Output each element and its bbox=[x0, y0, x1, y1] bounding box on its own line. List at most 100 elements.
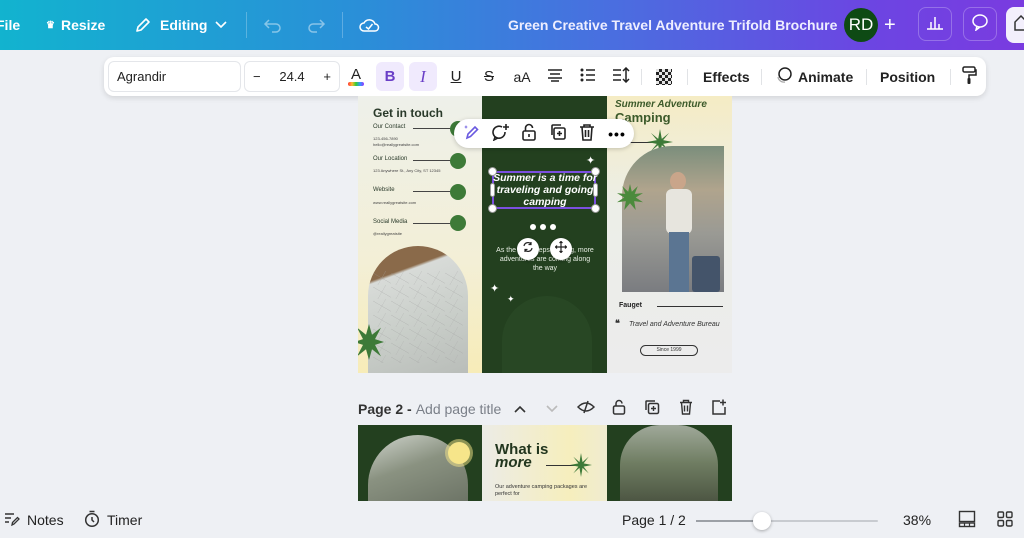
resize-handle[interactable] bbox=[488, 167, 497, 176]
line-spacing-icon bbox=[612, 66, 630, 87]
strikethrough-button[interactable]: S bbox=[475, 62, 503, 91]
text-color-button[interactable]: A bbox=[342, 62, 370, 91]
person-figure bbox=[662, 164, 696, 292]
rotate-button[interactable] bbox=[517, 238, 539, 260]
delete-button[interactable] bbox=[576, 123, 598, 145]
editing-mode-button[interactable]: Editing bbox=[134, 0, 228, 50]
lock-button[interactable] bbox=[518, 123, 540, 145]
add-page-button[interactable] bbox=[709, 399, 729, 419]
zoom-slider[interactable] bbox=[696, 512, 878, 530]
resize-handle[interactable] bbox=[593, 183, 598, 197]
panel-subtitle: Summer Adventure bbox=[615, 99, 707, 110]
decrease-font-size-button[interactable]: − bbox=[253, 69, 261, 84]
underline-button[interactable]: U bbox=[442, 62, 470, 91]
duplicate-icon bbox=[644, 399, 660, 420]
what-is-more-heading: What is more bbox=[495, 442, 548, 470]
selected-heading-text[interactable]: Summer is a time for traveling and going… bbox=[490, 172, 600, 208]
notes-button[interactable]: Notes bbox=[4, 502, 64, 538]
share-button[interactable] bbox=[1006, 7, 1024, 43]
document-title[interactable]: Green Creative Travel Adventure Trifold … bbox=[508, 0, 837, 50]
hide-page-button[interactable] bbox=[576, 399, 596, 419]
divider bbox=[413, 160, 455, 161]
editing-label: Editing bbox=[160, 17, 208, 33]
page-2-title: Page 2 - Add page title bbox=[358, 399, 501, 419]
align-center-button[interactable] bbox=[541, 62, 569, 91]
more-dots bbox=[530, 224, 556, 230]
notes-icon bbox=[4, 512, 20, 529]
resize-handle[interactable] bbox=[490, 183, 495, 197]
delete-page-button[interactable] bbox=[676, 399, 696, 419]
divider bbox=[342, 12, 343, 38]
italic-button[interactable]: I bbox=[409, 62, 437, 91]
animate-label: Animate bbox=[798, 68, 854, 85]
comments-button[interactable] bbox=[963, 7, 997, 41]
contact-title: Get in touch bbox=[373, 106, 443, 120]
divider bbox=[641, 69, 642, 85]
move-button[interactable] bbox=[550, 238, 572, 260]
resize-handle[interactable] bbox=[591, 204, 600, 213]
duplicate-page-button[interactable] bbox=[642, 399, 662, 419]
font-family-select[interactable]: Agrandir bbox=[108, 61, 241, 92]
more-options-button[interactable]: ••• bbox=[606, 123, 628, 145]
move-page-down-button[interactable] bbox=[542, 399, 562, 419]
page-indicator[interactable]: Page 1 / 2 bbox=[622, 502, 686, 538]
sparkle-icon: ✦ bbox=[586, 155, 596, 167]
increase-font-size-button[interactable]: + bbox=[323, 69, 331, 84]
align-center-icon bbox=[547, 68, 563, 86]
page-2[interactable]: What is more Our adventure camping packa… bbox=[358, 425, 732, 501]
divider bbox=[866, 69, 867, 85]
grid-view-button[interactable] bbox=[997, 502, 1013, 538]
panel-body-text: Our adventure camping packages are perfe… bbox=[495, 484, 588, 497]
zoom-value[interactable]: 38% bbox=[903, 502, 931, 538]
contact-value: @reallygreatsite bbox=[373, 231, 402, 236]
move-page-up-button[interactable] bbox=[510, 399, 530, 419]
duplicate-button[interactable] bbox=[547, 123, 569, 145]
divider bbox=[950, 69, 951, 85]
timer-label: Timer bbox=[107, 512, 143, 528]
sparkle-icon: ✦ bbox=[490, 283, 500, 295]
add-comment-button[interactable] bbox=[489, 123, 511, 145]
resize-button[interactable]: ♛ Resize bbox=[46, 0, 105, 50]
undo-button[interactable] bbox=[263, 0, 283, 50]
file-menu[interactable]: File bbox=[0, 0, 20, 50]
grid-view-icon bbox=[997, 510, 1013, 530]
add-collaborator-button[interactable]: + bbox=[884, 0, 896, 50]
bold-button[interactable]: B bbox=[376, 62, 404, 91]
redo-icon bbox=[306, 17, 326, 33]
page-2-header: Page 2 - Add page title bbox=[358, 399, 734, 419]
analytics-button[interactable] bbox=[918, 7, 952, 41]
list-button[interactable] bbox=[574, 62, 602, 91]
page-view-button[interactable] bbox=[958, 502, 976, 538]
resize-handle[interactable] bbox=[488, 204, 497, 213]
redo-button[interactable] bbox=[306, 0, 326, 50]
zoom-slider-thumb[interactable] bbox=[753, 512, 771, 530]
magic-edit-icon bbox=[463, 123, 481, 146]
transparency-button[interactable] bbox=[650, 62, 678, 91]
font-size-stepper: − 24.4 + bbox=[244, 61, 340, 92]
page-2-label: Page 2 - bbox=[358, 401, 412, 417]
position-button[interactable]: Position bbox=[880, 57, 935, 96]
delete-icon bbox=[579, 123, 595, 146]
lock-page-button[interactable] bbox=[609, 399, 629, 419]
timer-button[interactable]: Timer bbox=[84, 502, 142, 538]
brand-name: Fauget bbox=[619, 302, 642, 309]
text-color-icon: A bbox=[348, 67, 364, 86]
page-view-icon bbox=[958, 510, 976, 531]
spacing-button[interactable] bbox=[607, 62, 635, 91]
save-status-button[interactable] bbox=[358, 0, 380, 50]
page-title-input[interactable]: Add page title bbox=[416, 401, 502, 417]
magic-edit-button[interactable] bbox=[461, 123, 483, 145]
resize-handle[interactable] bbox=[591, 167, 600, 176]
delete-icon bbox=[679, 399, 693, 420]
undo-icon bbox=[263, 17, 283, 33]
letter-case-button[interactable]: aA bbox=[508, 62, 536, 91]
font-size-input[interactable]: 24.4 bbox=[279, 69, 304, 84]
bureau-name: Travel and Adventure Bureau bbox=[629, 321, 720, 328]
copy-style-button[interactable] bbox=[955, 62, 983, 91]
avatar[interactable]: RD bbox=[844, 8, 878, 42]
effects-button[interactable]: Effects bbox=[703, 57, 750, 96]
share-icon bbox=[1014, 14, 1024, 36]
unlock-icon bbox=[521, 123, 537, 146]
animate-button[interactable]: Animate bbox=[775, 57, 853, 96]
panel-forest bbox=[607, 425, 732, 501]
